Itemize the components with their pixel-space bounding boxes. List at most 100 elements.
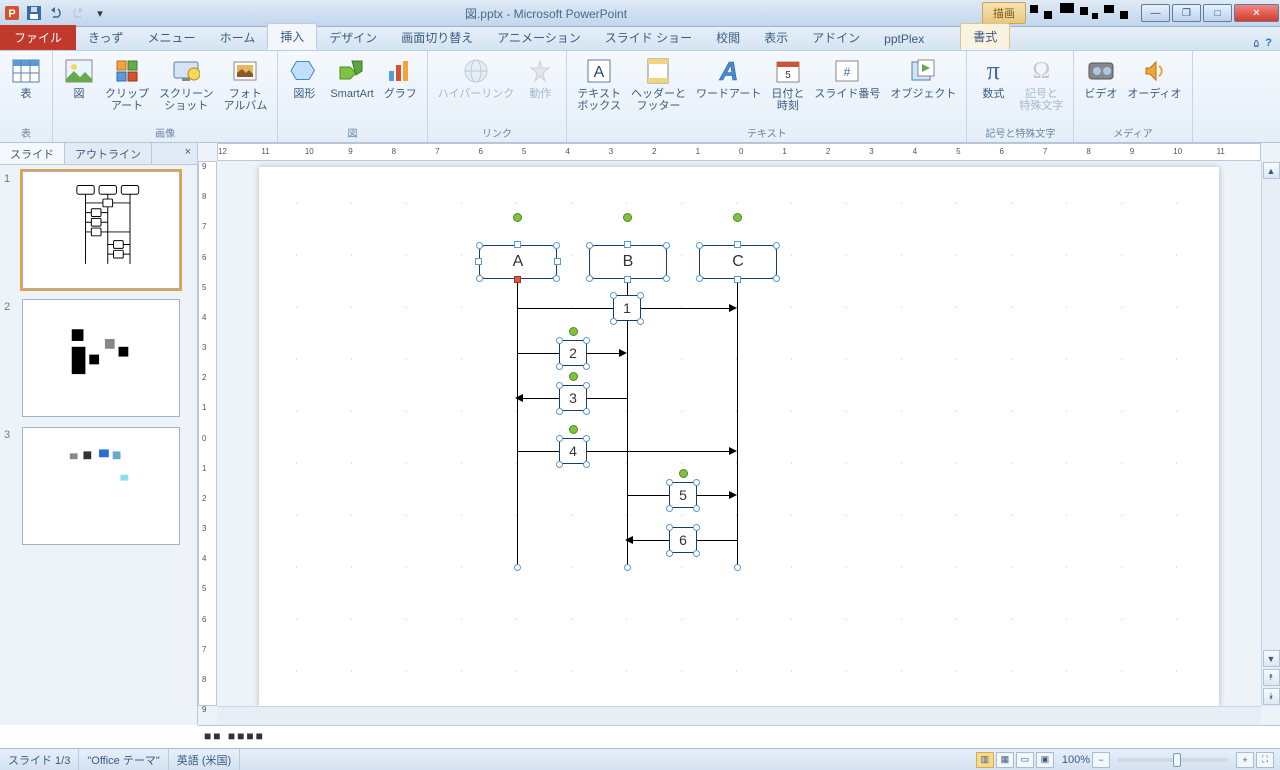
- resize-handle[interactable]: [666, 505, 673, 512]
- resize-handle[interactable]: [663, 275, 670, 282]
- btn-hyperlink[interactable]: ハイパーリンク: [434, 53, 519, 102]
- resize-handle[interactable]: [663, 242, 670, 249]
- tab-menu[interactable]: メニュー: [136, 25, 208, 50]
- resize-handle[interactable]: [583, 461, 590, 468]
- resize-handle[interactable]: [476, 275, 483, 282]
- ribbon-minimize-icon[interactable]: ۵: [1253, 37, 1259, 50]
- resize-handle[interactable]: [586, 275, 593, 282]
- view-sorter-icon[interactable]: ▦: [996, 752, 1014, 768]
- rotate-handle[interactable]: [569, 372, 578, 381]
- btn-smartart[interactable]: SmartArt: [326, 53, 377, 102]
- resize-handle[interactable]: [693, 550, 700, 557]
- rotate-handle[interactable]: [569, 327, 578, 336]
- resize-handle[interactable]: [583, 363, 590, 370]
- horizontal-scrollbar[interactable]: [217, 706, 1261, 725]
- btn-clipart[interactable]: クリップ アート: [101, 53, 153, 114]
- tab-insert[interactable]: 挿入: [267, 23, 317, 50]
- resize-handle[interactable]: [637, 318, 644, 325]
- undo-icon[interactable]: [46, 3, 66, 23]
- resize-handle[interactable]: [734, 241, 741, 248]
- zoom-out-button[interactable]: −: [1092, 752, 1110, 768]
- tab-view[interactable]: 表示: [752, 25, 800, 50]
- resize-handle[interactable]: [556, 363, 563, 370]
- resize-handle[interactable]: [553, 275, 560, 282]
- btn-slidenumber[interactable]: #スライド番号: [810, 53, 884, 114]
- resize-handle[interactable]: [693, 524, 700, 531]
- btn-screenshot[interactable]: スクリーン ショット: [155, 53, 217, 114]
- btn-equation[interactable]: π数式: [973, 53, 1013, 114]
- btn-video[interactable]: ビデオ: [1080, 53, 1121, 102]
- resize-handle[interactable]: [583, 408, 590, 415]
- resize-handle[interactable]: [666, 479, 673, 486]
- resize-handle[interactable]: [556, 337, 563, 344]
- slide-thumb-2[interactable]: [22, 299, 180, 417]
- resize-handle[interactable]: [476, 242, 483, 249]
- tab-animation[interactable]: アニメーション: [485, 25, 593, 50]
- resize-handle[interactable]: [610, 292, 617, 299]
- resize-handle[interactable]: [734, 276, 741, 283]
- qat-dropdown-icon[interactable]: ▾: [90, 3, 110, 23]
- prev-slide-icon[interactable]: ⯭: [1263, 669, 1280, 686]
- rotate-handle[interactable]: [623, 213, 632, 222]
- zoom-in-button[interactable]: +: [1236, 752, 1254, 768]
- status-slide[interactable]: スライド 1/3: [0, 749, 79, 770]
- resize-handle[interactable]: [556, 461, 563, 468]
- view-reading-icon[interactable]: ▭: [1016, 752, 1034, 768]
- tab-review[interactable]: 校閲: [704, 25, 752, 50]
- resize-handle[interactable]: [556, 382, 563, 389]
- scroll-up-icon[interactable]: ▲: [1263, 162, 1280, 179]
- resize-handle[interactable]: [556, 408, 563, 415]
- resize-handle[interactable]: [637, 292, 644, 299]
- restore-button[interactable]: ❐: [1172, 4, 1201, 22]
- btn-wordart[interactable]: Aワードアート: [692, 53, 765, 114]
- resize-handle[interactable]: [693, 479, 700, 486]
- btn-chart[interactable]: グラフ: [380, 53, 421, 102]
- app-icon[interactable]: P: [2, 3, 22, 23]
- fit-window-icon[interactable]: ⛶: [1256, 752, 1274, 768]
- resize-handle[interactable]: [666, 524, 673, 531]
- resize-handle[interactable]: [624, 564, 631, 571]
- resize-handle[interactable]: [734, 564, 741, 571]
- rotate-handle[interactable]: [733, 213, 742, 222]
- resize-handle[interactable]: [773, 242, 780, 249]
- tab-format[interactable]: 書式: [960, 23, 1010, 50]
- view-slideshow-icon[interactable]: ▣: [1036, 752, 1054, 768]
- thumbnails[interactable]: 1 2 3: [0, 165, 197, 725]
- maximize-button[interactable]: □: [1203, 4, 1232, 22]
- resize-handle[interactable]: [514, 564, 521, 571]
- resize-handle[interactable]: [586, 242, 593, 249]
- tab-design[interactable]: デザイン: [317, 25, 389, 50]
- resize-handle[interactable]: [556, 435, 563, 442]
- horizontal-ruler[interactable]: 1211109876543210123456789101112: [217, 143, 1261, 161]
- slide[interactable]: A B C 1 2 3 4 5 6: [259, 167, 1219, 706]
- resize-handle[interactable]: [514, 241, 521, 248]
- resize-handle[interactable]: [773, 275, 780, 282]
- tab-home[interactable]: ホーム: [208, 25, 268, 50]
- panel-close-icon[interactable]: ×: [179, 143, 197, 164]
- slide-thumb-3[interactable]: [22, 427, 180, 545]
- zoom-slider[interactable]: [1118, 758, 1228, 762]
- panel-tab-outline[interactable]: アウトライン: [65, 143, 152, 164]
- resize-handle[interactable]: [624, 241, 631, 248]
- resize-handle[interactable]: [583, 435, 590, 442]
- btn-object[interactable]: オブジェクト: [886, 53, 960, 114]
- save-icon[interactable]: [24, 3, 44, 23]
- btn-album[interactable]: フォト アルバム: [219, 53, 271, 114]
- status-theme[interactable]: "Office テーマ": [79, 749, 168, 770]
- btn-textbox[interactable]: Aテキスト ボックス: [573, 53, 625, 114]
- zoom-handle[interactable]: [1173, 753, 1181, 767]
- scroll-down-icon[interactable]: ▼: [1263, 650, 1280, 667]
- tab-kids[interactable]: きっず: [76, 25, 136, 50]
- slide-thumb-1[interactable]: [22, 171, 180, 289]
- resize-handle[interactable]: [696, 242, 703, 249]
- btn-shapes[interactable]: 図形: [284, 53, 324, 102]
- btn-symbol[interactable]: Ω記号と 特殊文字: [1015, 53, 1067, 114]
- btn-action[interactable]: 動作: [520, 53, 560, 102]
- tab-file[interactable]: ファイル: [0, 25, 76, 50]
- btn-picture[interactable]: 図: [59, 53, 99, 114]
- vertical-ruler[interactable]: 9876543210123456789: [198, 161, 217, 706]
- vertical-scrollbar[interactable]: ▲ ▼ ⯭ ⯯: [1261, 161, 1280, 706]
- resize-handle[interactable]: [610, 318, 617, 325]
- resize-handle[interactable]: [624, 276, 631, 283]
- resize-handle[interactable]: [514, 276, 521, 283]
